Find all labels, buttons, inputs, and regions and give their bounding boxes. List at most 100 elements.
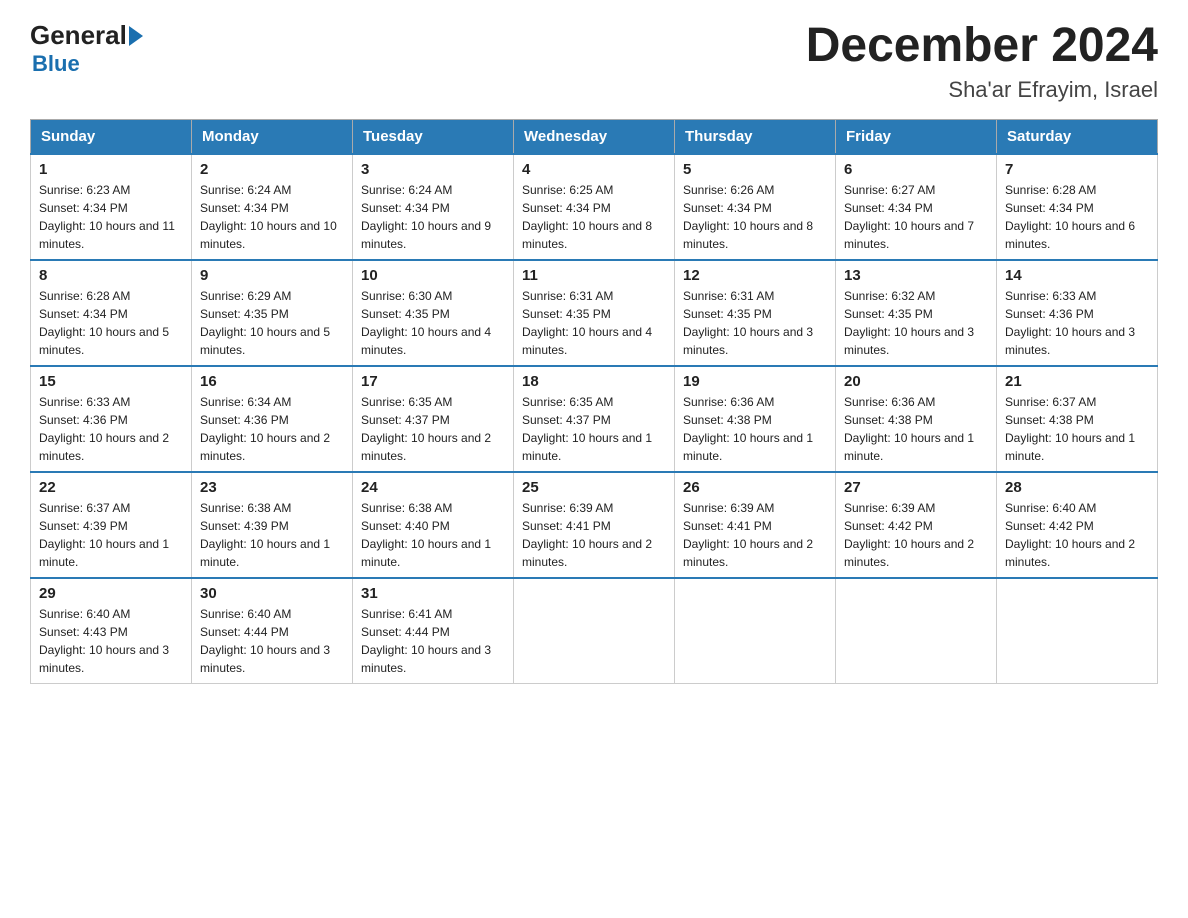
day-info: Sunrise: 6:37 AM Sunset: 4:38 PM Dayligh… <box>1005 393 1149 465</box>
table-row: 13 Sunrise: 6:32 AM Sunset: 4:35 PM Dayl… <box>836 260 997 366</box>
table-row: 19 Sunrise: 6:36 AM Sunset: 4:38 PM Dayl… <box>675 366 836 472</box>
day-number: 4 <box>522 161 666 178</box>
day-info: Sunrise: 6:27 AM Sunset: 4:34 PM Dayligh… <box>844 181 988 253</box>
day-number: 30 <box>200 585 344 602</box>
day-number: 23 <box>200 479 344 496</box>
calendar-week-row: 15 Sunrise: 6:33 AM Sunset: 4:36 PM Dayl… <box>31 366 1158 472</box>
calendar-header-row: Sunday Monday Tuesday Wednesday Thursday… <box>31 119 1158 154</box>
day-number: 25 <box>522 479 666 496</box>
day-info: Sunrise: 6:23 AM Sunset: 4:34 PM Dayligh… <box>39 181 183 253</box>
col-sunday: Sunday <box>31 119 192 154</box>
table-row: 3 Sunrise: 6:24 AM Sunset: 4:34 PM Dayli… <box>353 154 514 260</box>
table-row: 22 Sunrise: 6:37 AM Sunset: 4:39 PM Dayl… <box>31 472 192 578</box>
day-info: Sunrise: 6:28 AM Sunset: 4:34 PM Dayligh… <box>1005 181 1149 253</box>
table-row: 27 Sunrise: 6:39 AM Sunset: 4:42 PM Dayl… <box>836 472 997 578</box>
logo-text-blue: Blue <box>32 51 80 77</box>
col-thursday: Thursday <box>675 119 836 154</box>
calendar-table: Sunday Monday Tuesday Wednesday Thursday… <box>30 119 1158 684</box>
table-row: 2 Sunrise: 6:24 AM Sunset: 4:34 PM Dayli… <box>192 154 353 260</box>
table-row: 15 Sunrise: 6:33 AM Sunset: 4:36 PM Dayl… <box>31 366 192 472</box>
day-info: Sunrise: 6:33 AM Sunset: 4:36 PM Dayligh… <box>1005 287 1149 359</box>
col-saturday: Saturday <box>997 119 1158 154</box>
day-info: Sunrise: 6:36 AM Sunset: 4:38 PM Dayligh… <box>683 393 827 465</box>
table-row: 18 Sunrise: 6:35 AM Sunset: 4:37 PM Dayl… <box>514 366 675 472</box>
table-row: 8 Sunrise: 6:28 AM Sunset: 4:34 PM Dayli… <box>31 260 192 366</box>
table-row: 4 Sunrise: 6:25 AM Sunset: 4:34 PM Dayli… <box>514 154 675 260</box>
calendar-title: December 2024 <box>806 20 1158 73</box>
calendar-week-row: 22 Sunrise: 6:37 AM Sunset: 4:39 PM Dayl… <box>31 472 1158 578</box>
logo: General Blue <box>30 20 143 77</box>
table-row: 29 Sunrise: 6:40 AM Sunset: 4:43 PM Dayl… <box>31 578 192 684</box>
day-info: Sunrise: 6:26 AM Sunset: 4:34 PM Dayligh… <box>683 181 827 253</box>
day-number: 24 <box>361 479 505 496</box>
day-number: 21 <box>1005 373 1149 390</box>
table-row: 10 Sunrise: 6:30 AM Sunset: 4:35 PM Dayl… <box>353 260 514 366</box>
day-info: Sunrise: 6:34 AM Sunset: 4:36 PM Dayligh… <box>200 393 344 465</box>
table-row: 23 Sunrise: 6:38 AM Sunset: 4:39 PM Dayl… <box>192 472 353 578</box>
day-number: 2 <box>200 161 344 178</box>
day-info: Sunrise: 6:39 AM Sunset: 4:41 PM Dayligh… <box>522 499 666 571</box>
day-number: 26 <box>683 479 827 496</box>
day-number: 16 <box>200 373 344 390</box>
day-info: Sunrise: 6:35 AM Sunset: 4:37 PM Dayligh… <box>522 393 666 465</box>
day-info: Sunrise: 6:30 AM Sunset: 4:35 PM Dayligh… <box>361 287 505 359</box>
day-info: Sunrise: 6:41 AM Sunset: 4:44 PM Dayligh… <box>361 605 505 677</box>
day-number: 28 <box>1005 479 1149 496</box>
table-row: 5 Sunrise: 6:26 AM Sunset: 4:34 PM Dayli… <box>675 154 836 260</box>
day-info: Sunrise: 6:31 AM Sunset: 4:35 PM Dayligh… <box>683 287 827 359</box>
day-info: Sunrise: 6:36 AM Sunset: 4:38 PM Dayligh… <box>844 393 988 465</box>
table-row: 14 Sunrise: 6:33 AM Sunset: 4:36 PM Dayl… <box>997 260 1158 366</box>
table-row: 1 Sunrise: 6:23 AM Sunset: 4:34 PM Dayli… <box>31 154 192 260</box>
col-monday: Monday <box>192 119 353 154</box>
day-number: 27 <box>844 479 988 496</box>
table-row: 9 Sunrise: 6:29 AM Sunset: 4:35 PM Dayli… <box>192 260 353 366</box>
table-row: 25 Sunrise: 6:39 AM Sunset: 4:41 PM Dayl… <box>514 472 675 578</box>
day-info: Sunrise: 6:24 AM Sunset: 4:34 PM Dayligh… <box>361 181 505 253</box>
table-row <box>997 578 1158 684</box>
day-number: 20 <box>844 373 988 390</box>
day-info: Sunrise: 6:29 AM Sunset: 4:35 PM Dayligh… <box>200 287 344 359</box>
logo-text-general: General <box>30 20 127 51</box>
day-info: Sunrise: 6:40 AM Sunset: 4:43 PM Dayligh… <box>39 605 183 677</box>
day-number: 18 <box>522 373 666 390</box>
col-friday: Friday <box>836 119 997 154</box>
table-row: 17 Sunrise: 6:35 AM Sunset: 4:37 PM Dayl… <box>353 366 514 472</box>
day-number: 1 <box>39 161 183 178</box>
day-number: 5 <box>683 161 827 178</box>
day-info: Sunrise: 6:35 AM Sunset: 4:37 PM Dayligh… <box>361 393 505 465</box>
day-number: 6 <box>844 161 988 178</box>
day-number: 13 <box>844 267 988 284</box>
table-row: 16 Sunrise: 6:34 AM Sunset: 4:36 PM Dayl… <box>192 366 353 472</box>
day-number: 3 <box>361 161 505 178</box>
calendar-week-row: 29 Sunrise: 6:40 AM Sunset: 4:43 PM Dayl… <box>31 578 1158 684</box>
table-row: 12 Sunrise: 6:31 AM Sunset: 4:35 PM Dayl… <box>675 260 836 366</box>
day-number: 31 <box>361 585 505 602</box>
day-info: Sunrise: 6:32 AM Sunset: 4:35 PM Dayligh… <box>844 287 988 359</box>
col-tuesday: Tuesday <box>353 119 514 154</box>
day-info: Sunrise: 6:39 AM Sunset: 4:41 PM Dayligh… <box>683 499 827 571</box>
table-row: 11 Sunrise: 6:31 AM Sunset: 4:35 PM Dayl… <box>514 260 675 366</box>
day-info: Sunrise: 6:25 AM Sunset: 4:34 PM Dayligh… <box>522 181 666 253</box>
table-row: 20 Sunrise: 6:36 AM Sunset: 4:38 PM Dayl… <box>836 366 997 472</box>
day-info: Sunrise: 6:38 AM Sunset: 4:39 PM Dayligh… <box>200 499 344 571</box>
day-number: 11 <box>522 267 666 284</box>
day-number: 29 <box>39 585 183 602</box>
day-info: Sunrise: 6:40 AM Sunset: 4:42 PM Dayligh… <box>1005 499 1149 571</box>
calendar-week-row: 1 Sunrise: 6:23 AM Sunset: 4:34 PM Dayli… <box>31 154 1158 260</box>
table-row: 31 Sunrise: 6:41 AM Sunset: 4:44 PM Dayl… <box>353 578 514 684</box>
day-info: Sunrise: 6:37 AM Sunset: 4:39 PM Dayligh… <box>39 499 183 571</box>
calendar-week-row: 8 Sunrise: 6:28 AM Sunset: 4:34 PM Dayli… <box>31 260 1158 366</box>
day-number: 7 <box>1005 161 1149 178</box>
calendar-title-block: December 2024 Sha'ar Efrayim, Israel <box>806 20 1158 103</box>
day-number: 19 <box>683 373 827 390</box>
day-info: Sunrise: 6:33 AM Sunset: 4:36 PM Dayligh… <box>39 393 183 465</box>
table-row: 26 Sunrise: 6:39 AM Sunset: 4:41 PM Dayl… <box>675 472 836 578</box>
table-row: 21 Sunrise: 6:37 AM Sunset: 4:38 PM Dayl… <box>997 366 1158 472</box>
table-row: 28 Sunrise: 6:40 AM Sunset: 4:42 PM Dayl… <box>997 472 1158 578</box>
day-number: 14 <box>1005 267 1149 284</box>
table-row: 6 Sunrise: 6:27 AM Sunset: 4:34 PM Dayli… <box>836 154 997 260</box>
day-number: 12 <box>683 267 827 284</box>
page-header: General Blue December 2024 Sha'ar Efrayi… <box>30 20 1158 103</box>
table-row: 30 Sunrise: 6:40 AM Sunset: 4:44 PM Dayl… <box>192 578 353 684</box>
day-number: 8 <box>39 267 183 284</box>
